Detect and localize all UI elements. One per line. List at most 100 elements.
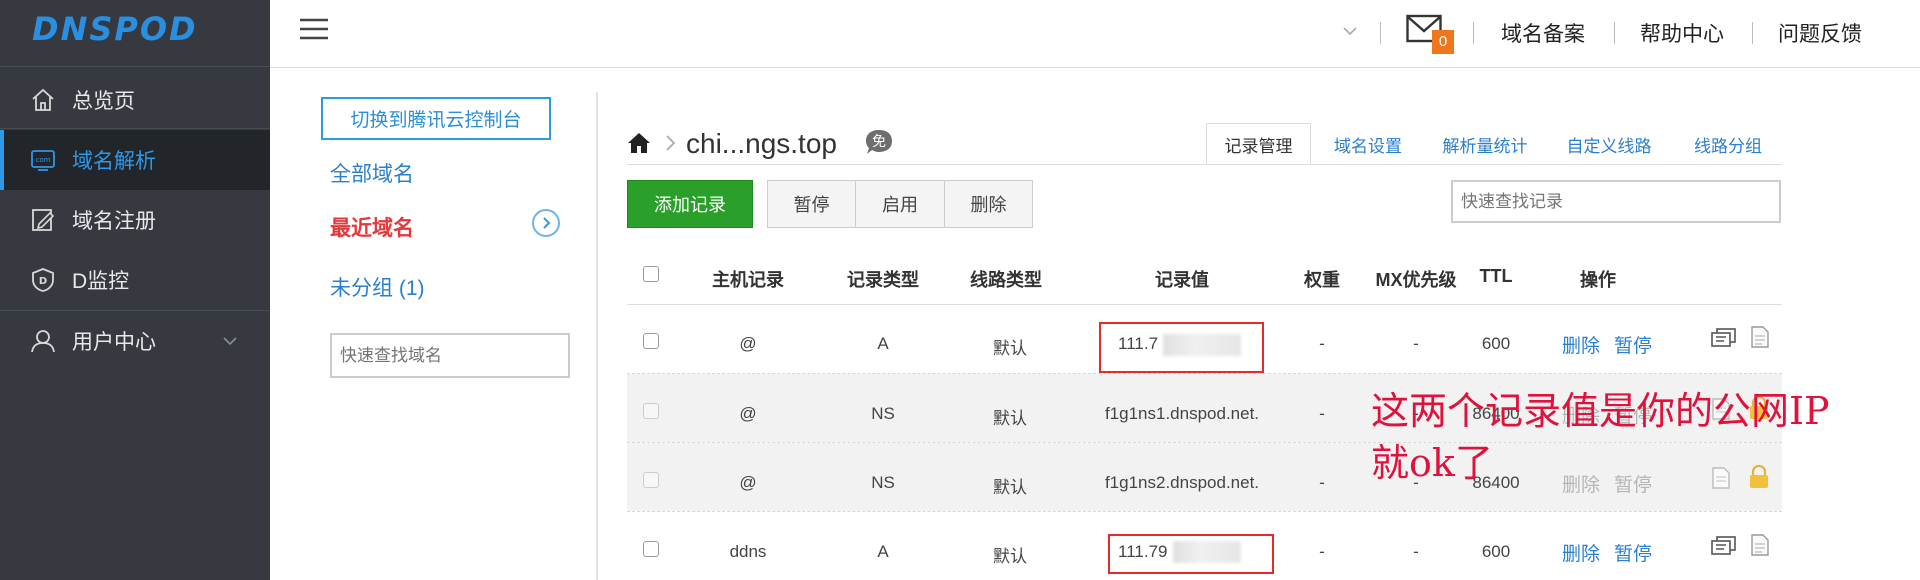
sidebar-item-user-center[interactable]: 用户中心 xyxy=(0,311,270,371)
cell-weight: - xyxy=(1319,473,1325,492)
cell-value: f1g1ns1.dnspod.net. xyxy=(1104,404,1260,423)
row-pause-link[interactable]: 暂停 xyxy=(1614,470,1652,497)
tab-line-groups[interactable]: 线路分组 xyxy=(1678,123,1778,165)
row-pause-link[interactable]: 暂停 xyxy=(1614,331,1652,358)
cell-mx: - xyxy=(1413,334,1419,353)
redacted-ip xyxy=(1173,541,1241,563)
sidebar: DNSPOD 总览页 com 域名解析 域名注册 D D监控 用户中心 xyxy=(0,0,270,580)
row-checkbox[interactable] xyxy=(643,333,659,349)
edit-document-icon xyxy=(30,207,56,233)
breadcrumb-separator-icon xyxy=(665,134,677,157)
annotation-line-2: 就ok了 xyxy=(1371,441,1493,485)
shield-d-icon: D xyxy=(30,267,56,293)
recent-domains-link[interactable]: 最近域名 xyxy=(330,212,414,242)
add-record-button[interactable]: 添加记录 xyxy=(627,180,753,228)
all-domains-link[interactable]: 全部域名 xyxy=(330,158,414,188)
pause-button[interactable]: 暂停 xyxy=(767,180,856,228)
cell-weight: - xyxy=(1319,542,1325,561)
sidebar-item-overview[interactable]: 总览页 xyxy=(0,70,270,130)
tab-custom-line[interactable]: 自定义线路 xyxy=(1554,123,1664,165)
home-outline-icon xyxy=(30,87,56,113)
row-checkbox[interactable] xyxy=(643,472,659,488)
sidebar-item-register[interactable]: 域名注册 xyxy=(0,190,270,250)
lock-icon xyxy=(1748,464,1770,494)
column-header-weight: 权重 xyxy=(1304,270,1340,290)
cell-line: 默认 xyxy=(993,478,1027,497)
cell-type: A xyxy=(877,542,889,561)
svg-text:D: D xyxy=(39,276,47,287)
icp-filing-link[interactable]: 域名备案 xyxy=(1501,18,1585,48)
remark-icon[interactable] xyxy=(1711,536,1737,563)
domain-search-input[interactable] xyxy=(330,333,570,378)
cell-ttl: 600 xyxy=(1481,334,1511,353)
panel-divider xyxy=(596,92,598,580)
ungrouped-link[interactable]: 未分组 (1) xyxy=(330,272,425,302)
home-icon[interactable] xyxy=(627,131,651,160)
column-header-value: 记录值 xyxy=(1155,270,1209,290)
tab-query-statistics[interactable]: 解析量统计 xyxy=(1430,123,1540,165)
free-plan-badge-icon: 免 xyxy=(864,128,894,156)
delete-button[interactable]: 删除 xyxy=(944,180,1033,228)
enable-button[interactable]: 启用 xyxy=(855,180,945,228)
sidebar-item-label: 用户中心 xyxy=(72,331,156,354)
note-icon[interactable] xyxy=(1750,534,1770,561)
topbar-divider xyxy=(1752,22,1753,44)
cell-weight: - xyxy=(1319,404,1325,423)
sidebar-item-label: 域名注册 xyxy=(72,210,156,233)
sidebar-item-dns[interactable]: com 域名解析 xyxy=(0,130,270,190)
dns-server-icon: com xyxy=(30,147,56,173)
topbar-divider xyxy=(1380,22,1381,44)
sidebar-item-label: D监控 xyxy=(72,270,130,293)
hamburger-menu-icon[interactable] xyxy=(300,18,328,45)
user-icon xyxy=(30,328,56,354)
column-header-ttl: TTL xyxy=(1479,266,1513,286)
cell-host: @ xyxy=(739,334,757,353)
row-delete-link[interactable]: 删除 xyxy=(1562,539,1600,566)
cell-line: 默认 xyxy=(993,409,1027,428)
cell-mx: - xyxy=(1413,542,1419,561)
column-header-type: 记录类型 xyxy=(847,270,919,290)
feedback-link[interactable]: 问题反馈 xyxy=(1778,18,1862,48)
sidebar-item-label: 总览页 xyxy=(72,90,135,113)
note-icon[interactable] xyxy=(1711,467,1731,494)
cell-type: NS xyxy=(871,473,895,492)
redacted-ip xyxy=(1163,334,1241,356)
column-header-mx: MX优先级 xyxy=(1375,270,1457,290)
column-header-actions: 操作 xyxy=(1580,270,1616,290)
column-header-host: 主机记录 xyxy=(712,270,784,290)
cell-value: 111.79 xyxy=(1118,542,1168,561)
switch-to-tencent-cloud-button[interactable]: 切换到腾讯云控制台 xyxy=(321,97,551,140)
help-center-link[interactable]: 帮助中心 xyxy=(1640,18,1724,48)
row-checkbox[interactable] xyxy=(643,403,659,419)
svg-text:com: com xyxy=(36,156,51,164)
tab-domain-settings[interactable]: 域名设置 xyxy=(1318,123,1418,165)
chevron-down-icon[interactable] xyxy=(1342,24,1358,43)
cell-host: ddns xyxy=(729,542,767,561)
column-header-line: 线路类型 xyxy=(970,270,1042,290)
row-delete-link[interactable]: 删除 xyxy=(1562,331,1600,358)
cell-value: 111.7 xyxy=(1118,334,1159,353)
cell-weight: - xyxy=(1319,334,1325,353)
cell-type: A xyxy=(877,334,889,353)
cell-type: NS xyxy=(871,404,895,423)
record-search-input[interactable] xyxy=(1451,180,1781,223)
row-pause-link[interactable]: 暂停 xyxy=(1614,539,1652,566)
sidebar-divider xyxy=(0,66,270,67)
cell-host: @ xyxy=(739,473,757,492)
row-delete-link[interactable]: 删除 xyxy=(1562,470,1600,497)
sidebar-item-monitor[interactable]: D D监控 xyxy=(0,250,270,310)
dnspod-logo[interactable]: DNSPOD xyxy=(32,10,198,48)
cell-host: @ xyxy=(739,404,757,423)
cell-ttl: 600 xyxy=(1481,542,1511,561)
row-checkbox[interactable] xyxy=(643,541,659,557)
tab-record-management[interactable]: 记录管理 xyxy=(1206,123,1311,165)
cell-line: 默认 xyxy=(993,339,1027,358)
note-icon[interactable] xyxy=(1750,326,1770,353)
tab-underline xyxy=(627,164,1782,165)
chevron-right-circle-icon[interactable] xyxy=(532,209,560,237)
select-all-checkbox[interactable] xyxy=(643,266,659,282)
annotation-line-1: 这两个记录值是你的公网IP xyxy=(1371,389,1830,433)
sidebar-item-label: 域名解析 xyxy=(72,150,156,173)
chevron-down-icon xyxy=(222,331,238,355)
remark-icon[interactable] xyxy=(1711,328,1737,355)
